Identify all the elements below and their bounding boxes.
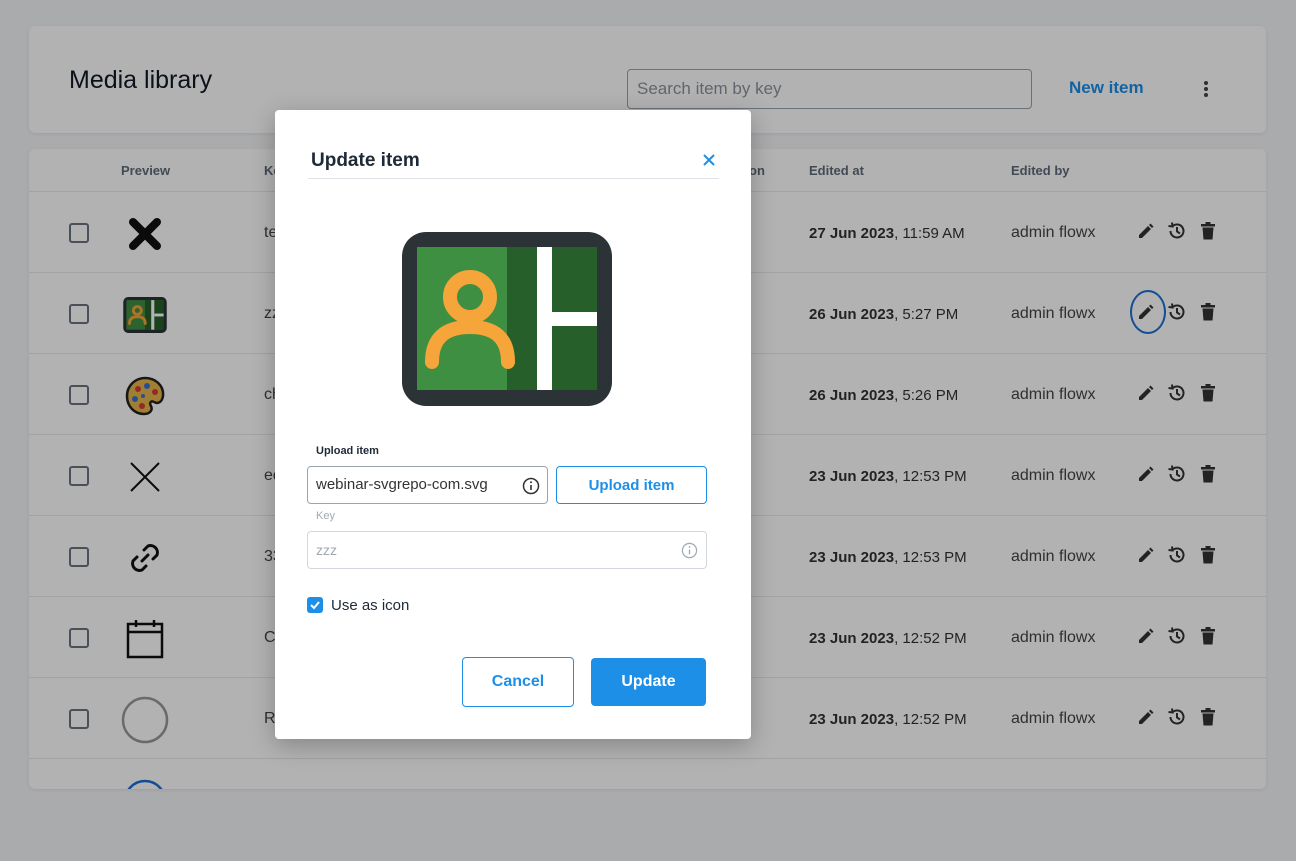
update-item-dialog: Update item Upload item webinar-svgrepo-… <box>275 110 751 739</box>
file-name-field[interactable]: webinar-svgrepo-com.svg <box>307 466 548 504</box>
checkmark-icon <box>310 601 320 610</box>
use-as-icon-checkbox[interactable] <box>307 597 323 613</box>
info-icon[interactable] <box>681 542 698 559</box>
upload-item-button[interactable]: Upload item <box>556 466 707 504</box>
dialog-divider <box>308 178 719 179</box>
dialog-title: Update item <box>311 150 420 171</box>
webinar-icon <box>402 232 612 406</box>
key-label: Key <box>316 510 335 522</box>
cancel-button[interactable]: Cancel <box>462 657 574 707</box>
update-button[interactable]: Update <box>591 658 706 706</box>
key-input[interactable] <box>307 531 707 569</box>
use-as-icon-label[interactable]: Use as icon <box>331 597 409 614</box>
upload-item-label: Upload item <box>316 445 379 457</box>
close-icon[interactable] <box>702 153 716 167</box>
info-icon[interactable] <box>522 477 540 495</box>
